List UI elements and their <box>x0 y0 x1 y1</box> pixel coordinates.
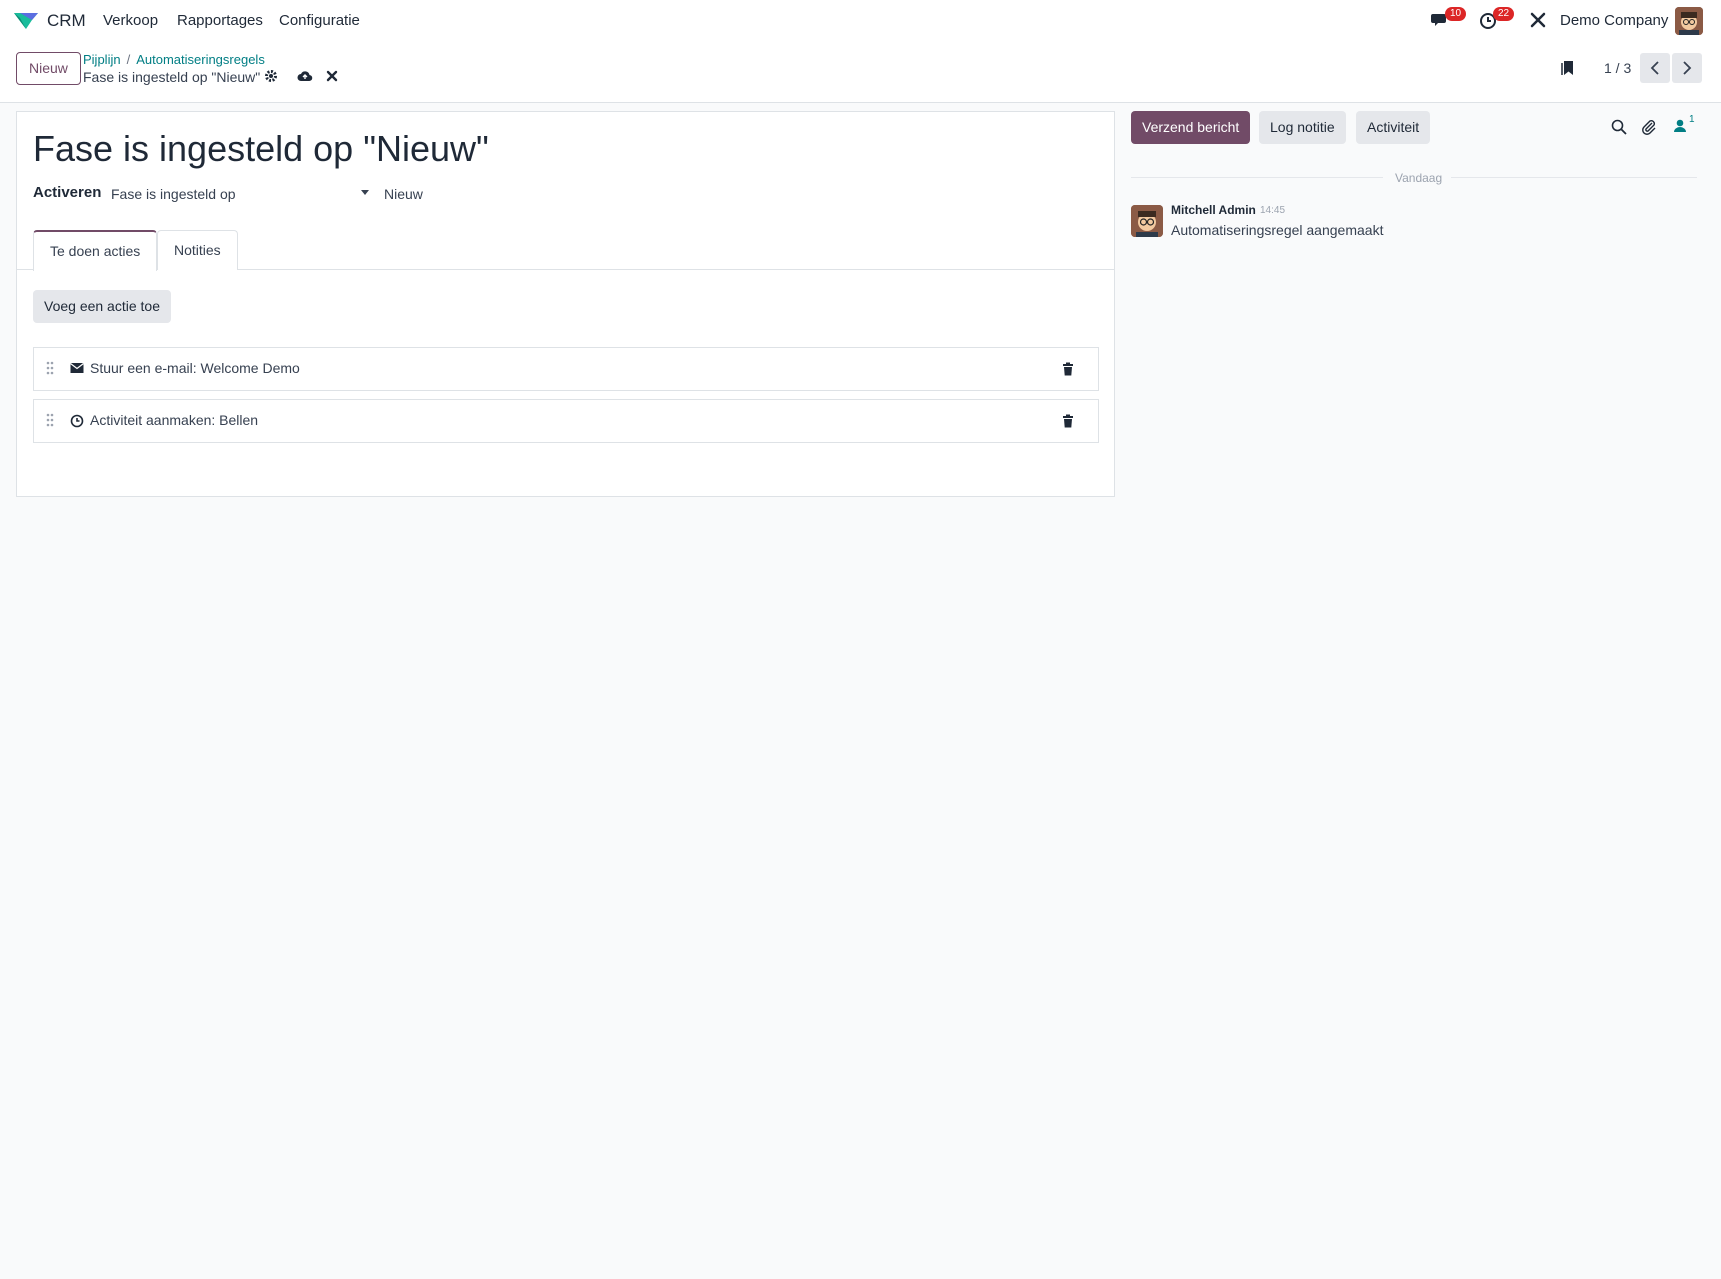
date-separator: Vandaag <box>1131 171 1697 185</box>
pager-previous-button[interactable] <box>1640 53 1670 83</box>
crm-logo-icon[interactable] <box>12 10 40 32</box>
trash-icon[interactable] <box>1062 362 1074 376</box>
menu-item-verkoop[interactable]: Verkoop <box>103 12 158 29</box>
form-sheet: Fase is ingesteld op "Nieuw" Activeren F… <box>16 111 1115 497</box>
tab-te-doen-acties[interactable]: Te doen acties <box>33 230 158 271</box>
discard-close-icon[interactable] <box>326 69 338 86</box>
save-cloud-icon[interactable] <box>297 69 313 87</box>
top-navbar: CRM Verkoop Rapportages Configuratie 10 … <box>0 0 1721 42</box>
activities-badge: 22 <box>1493 7 1515 21</box>
send-message-button[interactable]: Verzend bericht <box>1131 111 1251 144</box>
record-title: Fase is ingesteld op "Nieuw" <box>83 69 261 85</box>
paperclip-icon[interactable] <box>1641 119 1657 139</box>
followers-count: 1 <box>1689 114 1695 125</box>
bookmark-icon[interactable] <box>1561 60 1575 80</box>
date-separator-label: Vandaag <box>1389 171 1449 185</box>
avatar-face-icon <box>1131 205 1163 237</box>
drag-handle-icon[interactable] <box>46 413 54 427</box>
control-panel: Nieuw Pijplijn / Automatiseringsregels Fas… <box>0 42 1721 103</box>
separator-line <box>1451 177 1697 178</box>
log-note-button[interactable]: Log notitie <box>1259 111 1346 144</box>
gear-icon[interactable] <box>264 69 278 87</box>
avatar[interactable] <box>1131 205 1163 237</box>
messages-button[interactable]: 10 <box>1431 7 1467 34</box>
breadcrumb-separator: / <box>126 52 131 67</box>
trigger-stage-field[interactable]: Nieuw <box>384 186 423 202</box>
activities-button[interactable]: 22 <box>1479 7 1515 34</box>
breadcrumb-automatiseringsregels[interactable]: Automatiseringsregels <box>136 52 265 67</box>
notebook-tabs: Te doen acties Notities <box>17 230 1114 271</box>
user-icon <box>1674 119 1686 132</box>
debug-tools-button[interactable] <box>1530 12 1546 32</box>
pager-value[interactable]: 1 / 3 <box>1604 60 1631 76</box>
tools-icon <box>1530 12 1546 28</box>
search-icon[interactable] <box>1611 119 1627 139</box>
new-button[interactable]: Nieuw <box>16 52 81 85</box>
action-label[interactable]: Activiteit aanmaken: Bellen <box>90 412 258 428</box>
separator-line <box>1131 177 1383 178</box>
rule-name-field[interactable]: Fase is ingesteld op "Nieuw" <box>33 128 489 170</box>
messages-badge: 10 <box>1445 7 1467 21</box>
app-name[interactable]: CRM <box>47 11 86 31</box>
trash-icon[interactable] <box>1062 414 1074 428</box>
company-switcher[interactable]: Demo Company <box>1560 12 1668 29</box>
drag-handle-icon[interactable] <box>46 361 54 375</box>
breadcrumb-pijplijn[interactable]: Pijplijn <box>83 52 121 67</box>
avatar-face-icon <box>1675 7 1703 35</box>
envelope-icon <box>70 363 84 373</box>
action-row[interactable]: Activiteit aanmaken: Bellen <box>33 399 1099 443</box>
tab-notities[interactable]: Notities <box>157 230 238 270</box>
action-label[interactable]: Stuur een e-mail: Welcome Demo <box>90 360 300 376</box>
trigger-label: Activeren <box>33 184 102 201</box>
menu-item-rapportages[interactable]: Rapportages <box>177 12 263 29</box>
activity-button[interactable]: Activiteit <box>1356 111 1431 144</box>
chevron-right-icon <box>1683 61 1692 75</box>
caret-down-icon[interactable] <box>361 190 369 195</box>
message-author[interactable]: Mitchell Admin <box>1171 203 1256 217</box>
followers-button[interactable]: 1 <box>1673 114 1695 137</box>
message-body: Automatiseringsregel aangemaakt <box>1171 222 1384 238</box>
pager-next-button[interactable] <box>1672 53 1702 83</box>
chevron-left-icon <box>1650 61 1659 75</box>
user-avatar[interactable] <box>1675 7 1703 35</box>
message-time: 14:45 <box>1260 205 1286 216</box>
add-action-button[interactable]: Voeg een actie toe <box>33 290 171 323</box>
clock-icon <box>70 414 84 428</box>
breadcrumb: Pijplijn / Automatiseringsregels <box>83 52 265 67</box>
trigger-select[interactable]: Fase is ingesteld op <box>111 186 359 202</box>
menu-item-configuratie[interactable]: Configuratie <box>279 12 360 29</box>
action-row[interactable]: Stuur een e-mail: Welcome Demo <box>33 347 1099 391</box>
